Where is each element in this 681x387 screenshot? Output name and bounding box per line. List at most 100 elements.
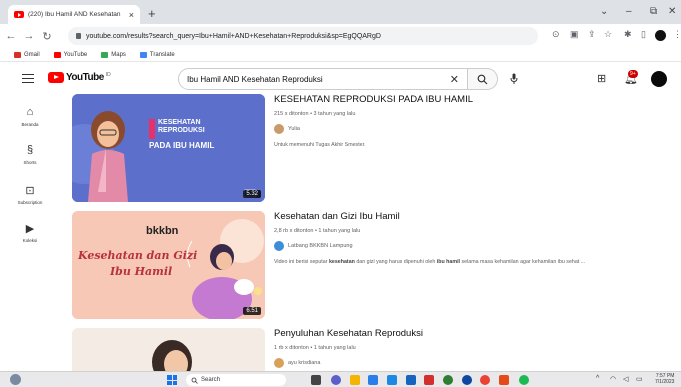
browser-tab[interactable]: (220) Ibu Hamil AND Kesehatan × bbox=[8, 5, 140, 24]
weather-icon[interactable] bbox=[10, 374, 21, 385]
bookmark-label: Translate bbox=[149, 51, 175, 58]
start-tile bbox=[167, 375, 172, 380]
video-title[interactable]: Penyuluhan Kesehatan Reproduksi bbox=[274, 328, 664, 339]
tab-title: (220) Ibu Hamil AND Kesehatan bbox=[28, 11, 121, 18]
library-icon: ▶︎ bbox=[25, 223, 35, 235]
youtube-favicon-icon bbox=[14, 11, 24, 18]
search-icon bbox=[477, 74, 488, 84]
translate-icon bbox=[139, 51, 147, 58]
mcafee-icon[interactable] bbox=[424, 375, 434, 385]
search-input[interactable]: Ibu Hamil AND Kesehatan Reproduksi ✕ bbox=[178, 68, 468, 90]
share-icon[interactable]: ⇪ bbox=[588, 29, 596, 40]
chat-icon[interactable] bbox=[331, 375, 341, 385]
spotify-icon[interactable] bbox=[519, 375, 529, 385]
account-avatar[interactable] bbox=[651, 71, 667, 87]
minimize-button[interactable]: – bbox=[626, 6, 632, 17]
gmail-icon bbox=[14, 51, 21, 58]
battery-icon[interactable]: ▭ bbox=[636, 375, 643, 383]
channel-link[interactable]: Latbang BKKBN Lampung bbox=[274, 241, 664, 251]
taskbar-clock[interactable]: 7:57 PM 7/1/2023 bbox=[655, 373, 674, 385]
video-info: Kesehatan dan Gizi Ibu Hamil 2,8 rb x di… bbox=[274, 211, 664, 265]
microsoft-store-icon[interactable] bbox=[368, 375, 378, 385]
extensions-icon[interactable]: ✱ bbox=[624, 29, 632, 40]
video-metadata: 1 rb x ditonton • 1 tahun yang lalu bbox=[274, 345, 356, 351]
mail-icon[interactable] bbox=[387, 375, 397, 385]
bookmark-translate[interactable]: Translate bbox=[139, 51, 175, 58]
search-query-text: Ibu Hamil AND Kesehatan Reproduksi bbox=[187, 74, 323, 84]
notification-count-badge: 9+ bbox=[628, 70, 638, 78]
bookmark-maps[interactable]: Maps bbox=[101, 51, 126, 58]
start-button[interactable] bbox=[167, 375, 177, 385]
wifi-icon[interactable]: ◠ bbox=[610, 375, 616, 383]
sidebar-item-home[interactable]: ⌂ Beranda bbox=[0, 106, 60, 127]
chrome-icon[interactable] bbox=[480, 375, 490, 385]
search-icon bbox=[191, 377, 198, 384]
maps-icon bbox=[101, 51, 109, 58]
channel-avatar bbox=[274, 124, 284, 134]
word-icon[interactable] bbox=[406, 375, 416, 385]
create-video-icon[interactable]: ⊞ bbox=[597, 72, 606, 85]
tray-chevron-icon[interactable]: ^ bbox=[596, 375, 599, 382]
video-thumbnail[interactable]: bkkbn Kesehatan dan Gizi Ibu Hamil 6.51 bbox=[72, 211, 265, 319]
task-view-icon[interactable] bbox=[311, 375, 321, 385]
bookmark-gmail[interactable]: Gmail bbox=[14, 51, 40, 58]
channel-link[interactable]: ayu krisdiana bbox=[274, 358, 664, 368]
video-title[interactable]: KESEHATAN REPRODUKSI PADA IBU HAMIL bbox=[274, 94, 664, 105]
video-duration: 5.32 bbox=[243, 190, 261, 198]
video-thumbnail[interactable] bbox=[72, 328, 265, 371]
edge-icon[interactable] bbox=[443, 375, 453, 385]
new-tab-button[interactable]: + bbox=[148, 6, 156, 21]
menu-icon[interactable] bbox=[22, 74, 34, 83]
side-panel-icon[interactable]: ▯ bbox=[641, 29, 646, 40]
thumbnail-accent-bar bbox=[149, 119, 155, 139]
whatsapp-icon[interactable] bbox=[462, 375, 472, 385]
taskbar-search-label: Search bbox=[201, 377, 221, 383]
channel-link[interactable]: Yulia bbox=[274, 124, 664, 134]
video-duration: 6.51 bbox=[243, 307, 261, 315]
tab-close-icon[interactable]: × bbox=[129, 10, 134, 20]
forward-arrow-icon[interactable]: → bbox=[22, 30, 36, 42]
video-thumbnail[interactable]: KESEHATAN REPRODUKSI PADA IBU HAMIL 5.32 bbox=[72, 94, 265, 202]
start-tile bbox=[172, 375, 177, 380]
close-window-button[interactable]: ✕ bbox=[668, 6, 676, 17]
bookmark-star-icon[interactable]: ☆ bbox=[604, 29, 612, 40]
youtube-logo[interactable]: YouTube ID bbox=[48, 72, 111, 83]
start-tile bbox=[167, 380, 172, 385]
translate-page-icon[interactable]: ▣ bbox=[570, 29, 579, 40]
back-arrow-icon[interactable]: ← bbox=[4, 30, 18, 42]
tab-search-chevron-icon[interactable]: ⌄ bbox=[600, 6, 608, 17]
restore-button[interactable]: ⧉ bbox=[650, 6, 657, 17]
youtube-logo-icon bbox=[48, 72, 64, 83]
logo-text: YouTube bbox=[66, 72, 104, 83]
bookmark-label: YouTube bbox=[63, 51, 88, 58]
google-lens-icon[interactable]: ⊙ bbox=[552, 29, 560, 40]
description-text: dan gizi yang harus dipenuhi oleh bbox=[354, 259, 437, 265]
description-highlight: ibu hamil bbox=[436, 259, 461, 265]
clear-search-icon[interactable]: ✕ bbox=[450, 73, 459, 86]
description-highlight: kesehatan bbox=[328, 259, 355, 265]
file-explorer-icon[interactable] bbox=[350, 375, 360, 385]
windows-taskbar: Search ^ ◠ ◁ ▭ 7:57 PM 7/1/2023 bbox=[0, 371, 681, 387]
reload-icon[interactable]: ↻ bbox=[40, 30, 54, 43]
browser-menu-icon[interactable]: ⋮ bbox=[673, 29, 681, 40]
video-title[interactable]: Kesehatan dan Gizi Ibu Hamil bbox=[274, 211, 664, 222]
voice-search-button[interactable] bbox=[508, 73, 520, 85]
sidebar-item-shorts[interactable]: § Shorts bbox=[0, 144, 60, 165]
video-info: Penyuluhan Kesehatan Reproduksi 1 rb x d… bbox=[274, 328, 664, 368]
video-metadata: 215 x ditonton • 3 tahun yang lalu bbox=[274, 111, 356, 117]
sidebar-item-subscriptions[interactable]: ⊡ Subscription bbox=[0, 184, 60, 205]
volume-icon[interactable]: ◁ bbox=[623, 375, 628, 383]
youtube-header: YouTube ID Ibu Hamil AND Kesehatan Repro… bbox=[0, 62, 681, 96]
thumbnail-illustration bbox=[72, 328, 265, 371]
office-icon[interactable] bbox=[499, 375, 509, 385]
bookmark-youtube[interactable]: YouTube bbox=[53, 51, 88, 58]
channel-avatar bbox=[274, 358, 284, 368]
thumbnail-headline: KESEHATAN REPRODUKSI bbox=[158, 119, 205, 134]
thumbnail-brand: bkkbn bbox=[146, 225, 179, 237]
search-button[interactable] bbox=[468, 68, 498, 90]
browser-profile-icon[interactable] bbox=[655, 30, 666, 41]
bookmark-label: Gmail bbox=[24, 51, 40, 58]
sidebar-item-library[interactable]: ▶︎ Koleksi bbox=[0, 222, 60, 243]
taskbar-search[interactable]: Search bbox=[186, 374, 286, 386]
url-field[interactable]: youtube.com/results?search_query=Ibu+Ham… bbox=[68, 27, 538, 45]
